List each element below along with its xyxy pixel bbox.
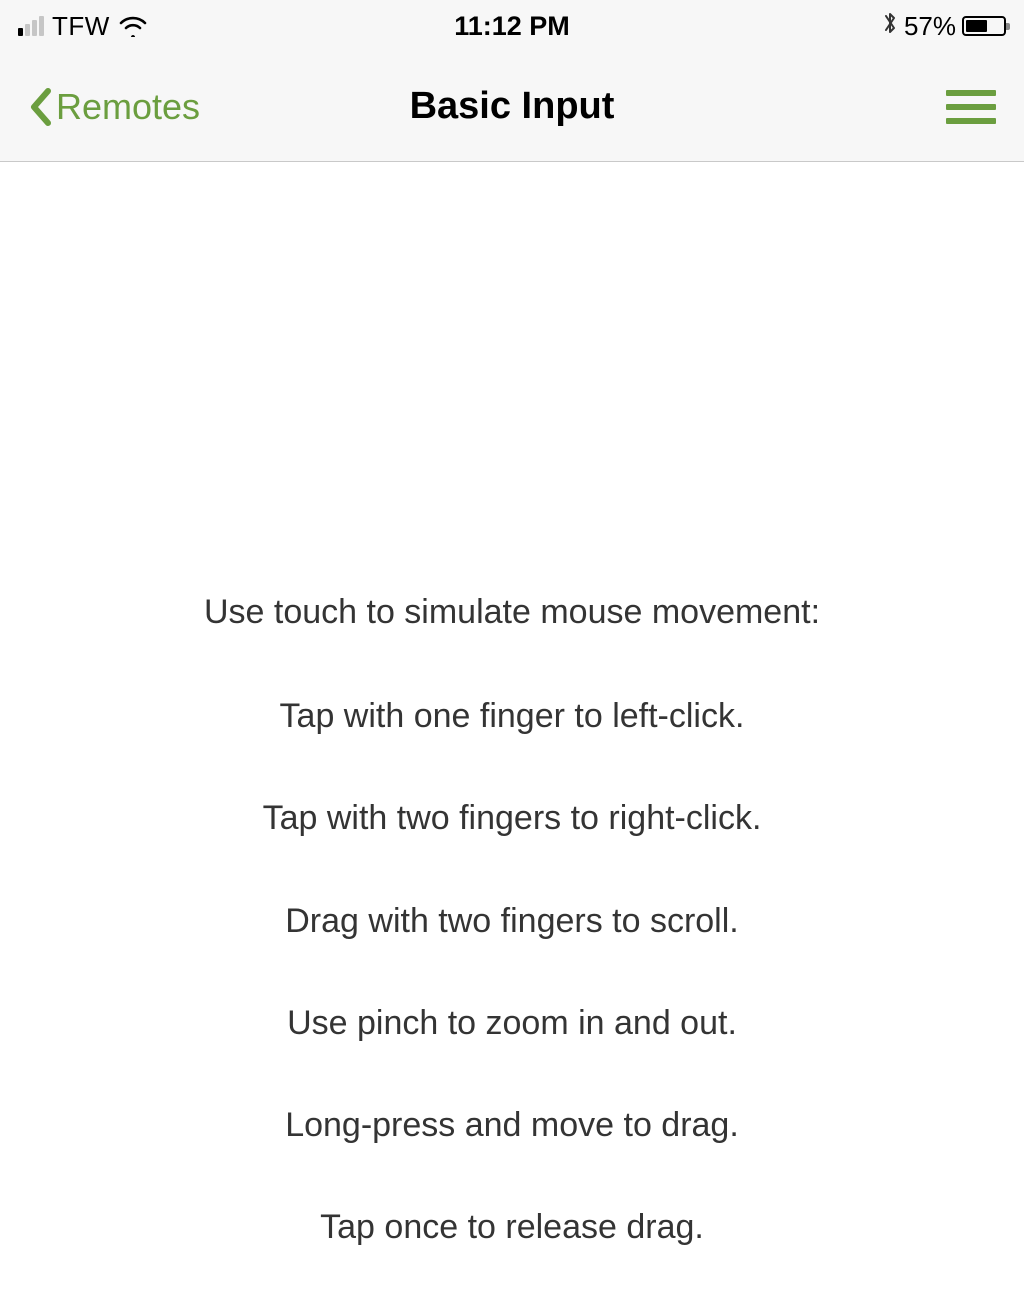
instruction-line: Tap with two fingers to right-click. xyxy=(263,796,762,840)
back-label: Remotes xyxy=(56,86,200,128)
page-title: Basic Input xyxy=(410,85,615,128)
menu-button[interactable] xyxy=(946,85,996,129)
battery-icon xyxy=(962,16,1006,36)
instruction-line: Tap with one finger to left-click. xyxy=(280,694,745,738)
touchpad-area[interactable]: Use touch to simulate mouse movement: Ta… xyxy=(0,162,1024,1300)
status-right: 57% xyxy=(882,10,1006,43)
instruction-line: Use pinch to zoom in and out. xyxy=(287,1001,737,1045)
battery-percentage: 57% xyxy=(904,11,956,42)
chevron-left-icon xyxy=(28,87,52,127)
status-time: 11:12 PM xyxy=(454,11,570,42)
instruction-line: Tap once to release drag. xyxy=(320,1205,704,1249)
signal-strength-icon xyxy=(18,16,44,36)
hamburger-icon xyxy=(946,90,996,96)
back-button[interactable]: Remotes xyxy=(28,86,200,128)
instruction-line: Drag with two fingers to scroll. xyxy=(285,899,739,943)
bluetooth-icon xyxy=(882,10,898,43)
navigation-bar: Remotes Basic Input xyxy=(0,52,1024,162)
carrier-label: TFW xyxy=(52,11,110,42)
wifi-icon xyxy=(118,15,148,37)
instruction-heading: Use touch to simulate mouse movement: xyxy=(204,590,820,634)
status-bar: TFW 11:12 PM 57% xyxy=(0,0,1024,52)
instruction-line: Long-press and move to drag. xyxy=(285,1103,739,1147)
status-left: TFW xyxy=(18,11,148,42)
